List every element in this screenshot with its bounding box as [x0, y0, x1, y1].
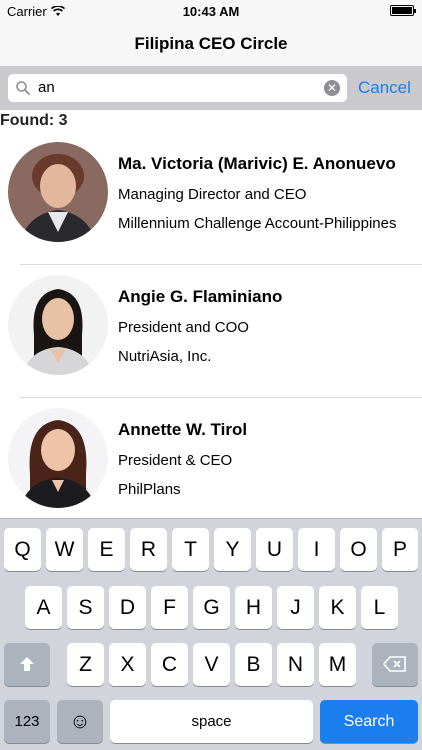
- keyboard: Q W E R T Y U I O P A S D F G H J K L Z …: [0, 518, 422, 750]
- search-icon: [16, 81, 30, 95]
- list-item[interactable]: Angie G. Flaminiano President and COO Nu…: [0, 265, 422, 398]
- search-input[interactable]: an ✕: [8, 74, 347, 102]
- key-m[interactable]: M: [319, 643, 356, 686]
- key-l[interactable]: L: [361, 586, 398, 629]
- key-y[interactable]: Y: [214, 528, 251, 571]
- person-name: Ma. Victoria (Marivic) E. Anonuevo: [118, 154, 396, 173]
- person-company: Millennium Challenge Account-Philippines: [118, 215, 397, 232]
- key-w[interactable]: W: [46, 528, 83, 571]
- key-j[interactable]: J: [277, 586, 314, 629]
- search-key[interactable]: Search: [320, 700, 418, 743]
- key-t[interactable]: T: [172, 528, 209, 571]
- cancel-button[interactable]: Cancel: [358, 78, 411, 98]
- person-title: Managing Director and CEO: [118, 186, 307, 203]
- results-list: Ma. Victoria (Marivic) E. Anonuevo Manag…: [0, 132, 422, 518]
- key-g[interactable]: G: [193, 586, 230, 629]
- person-company: PhilPlans: [118, 481, 181, 498]
- key-x[interactable]: X: [109, 643, 146, 686]
- person-company: NutriAsia, Inc.: [118, 348, 212, 365]
- search-query[interactable]: an: [38, 79, 55, 96]
- key-b[interactable]: B: [235, 643, 272, 686]
- person-name: Angie G. Flaminiano: [118, 287, 283, 306]
- backspace-icon: [382, 656, 406, 672]
- key-d[interactable]: D: [109, 586, 146, 629]
- list-item[interactable]: Annette W. Tirol President & CEO PhilPla…: [0, 398, 422, 518]
- shift-key[interactable]: [4, 643, 50, 686]
- person-title: President and COO: [118, 319, 249, 336]
- navigation-bar: Filipina CEO Circle: [0, 24, 422, 66]
- key-e[interactable]: E: [88, 528, 125, 571]
- key-v[interactable]: V: [193, 643, 230, 686]
- list-item[interactable]: Ma. Victoria (Marivic) E. Anonuevo Manag…: [0, 132, 422, 265]
- key-z[interactable]: Z: [67, 643, 104, 686]
- key-k[interactable]: K: [319, 586, 356, 629]
- key-s[interactable]: S: [67, 586, 104, 629]
- emoji-key[interactable]: ☺: [57, 700, 103, 743]
- battery-icon: [390, 5, 416, 16]
- person-name: Annette W. Tirol: [118, 420, 248, 439]
- key-a[interactable]: A: [25, 586, 62, 629]
- status-bar: Carrier 10:43 AM: [0, 0, 422, 24]
- key-i[interactable]: I: [298, 528, 335, 571]
- key-q[interactable]: Q: [4, 528, 41, 571]
- space-key[interactable]: space: [110, 700, 313, 743]
- clear-icon[interactable]: ✕: [324, 80, 340, 96]
- list-item-text: Angie G. Flaminiano President and COO Nu…: [118, 287, 282, 365]
- key-f[interactable]: F: [151, 586, 188, 629]
- list-item-text: Ma. Victoria (Marivic) E. Anonuevo Manag…: [118, 154, 397, 232]
- list-item-text: Annette W. Tirol President & CEO PhilPla…: [118, 420, 247, 498]
- key-r[interactable]: R: [130, 528, 167, 571]
- delete-key[interactable]: [372, 643, 418, 686]
- shift-arrow-icon: [20, 657, 34, 671]
- avatar: [8, 275, 108, 375]
- key-p[interactable]: P: [382, 528, 418, 571]
- key-c[interactable]: C: [151, 643, 188, 686]
- key-n[interactable]: N: [277, 643, 314, 686]
- key-o[interactable]: O: [340, 528, 377, 571]
- results-count: Found: 3: [0, 112, 68, 129]
- page-title: Filipina CEO Circle: [134, 34, 288, 53]
- status-time: 10:43 AM: [182, 4, 240, 19]
- key-h[interactable]: H: [235, 586, 272, 629]
- person-title: President & CEO: [118, 452, 233, 469]
- numbers-key[interactable]: 123: [4, 700, 50, 743]
- avatar: [8, 408, 108, 508]
- search-bar: an ✕ Cancel: [0, 66, 422, 110]
- avatar: [8, 142, 108, 242]
- status-right: [390, 5, 416, 16]
- key-u[interactable]: U: [256, 528, 293, 571]
